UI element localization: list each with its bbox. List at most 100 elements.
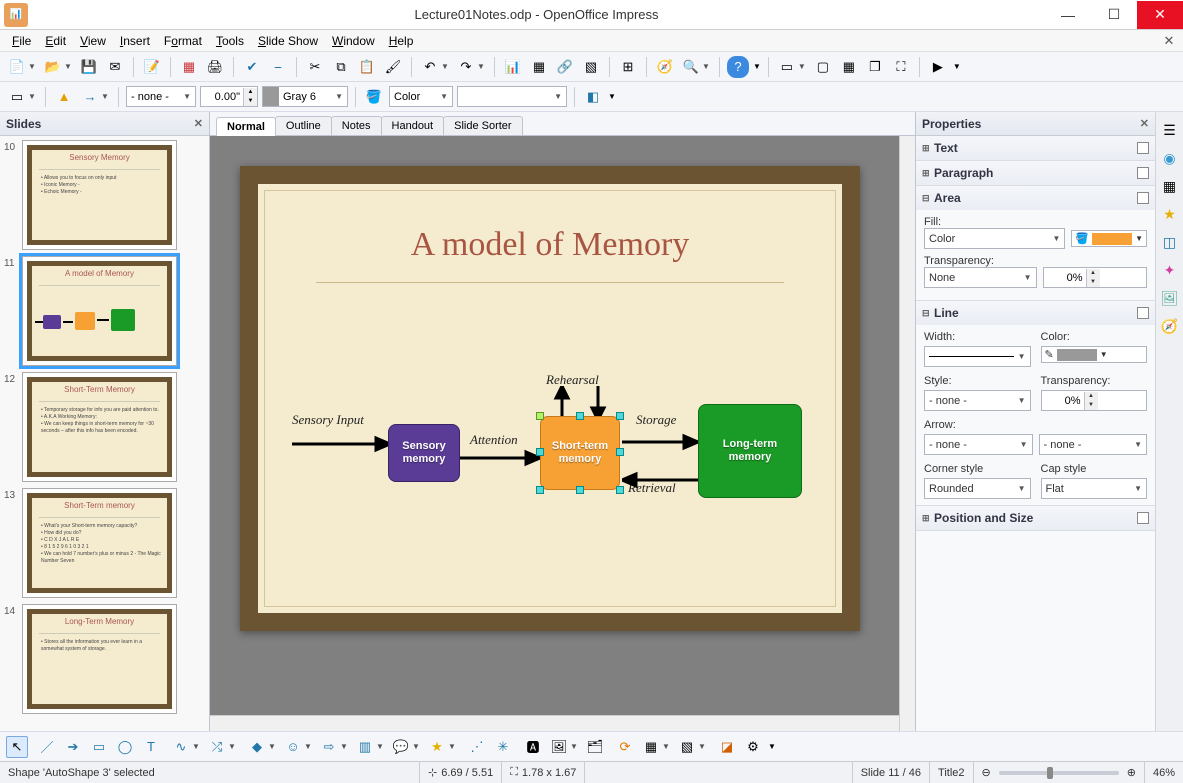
area-trans-value[interactable]: ▲▼ — [1043, 267, 1148, 288]
tab-slidesorter[interactable]: Slide Sorter — [443, 116, 522, 135]
line-style-select[interactable]: - none -▼ — [924, 390, 1031, 411]
chart-button[interactable]: 📊 — [502, 56, 524, 78]
format-paint-button[interactable]: 🖌 — [382, 56, 404, 78]
box-short-term[interactable]: Short-term memory — [540, 416, 620, 490]
master-pages-icon[interactable]: ▦ — [1160, 176, 1180, 196]
callout-tool[interactable]: 💬 — [390, 736, 412, 758]
animation-icon[interactable]: ✦ — [1160, 260, 1180, 280]
paste-button[interactable]: 📋 — [356, 56, 378, 78]
close-button[interactable]: ✕ — [1137, 1, 1183, 29]
fill-color-button[interactable]: 🪣▼ — [1071, 230, 1147, 247]
present-more[interactable]: ▼ — [953, 62, 961, 71]
ellipse-tool[interactable]: ◯ — [114, 736, 136, 758]
cube-icon[interactable]: ◉ — [1160, 148, 1180, 168]
spellcheck-button[interactable]: ✔ — [241, 56, 263, 78]
slide-thumb[interactable]: 10 Sensory Memory • Allows you to focus … — [4, 140, 205, 250]
table-button[interactable]: ▦ — [528, 56, 550, 78]
print-button[interactable]: 🖨 — [204, 56, 226, 78]
fill-type-select[interactable]: Color▼ — [924, 228, 1065, 249]
hyperlink-button[interactable]: 🔗 — [554, 56, 576, 78]
menu-format[interactable]: Format — [158, 32, 208, 50]
sel-handle[interactable] — [616, 448, 624, 456]
cut-button[interactable]: ✂ — [304, 56, 326, 78]
slide-thumb[interactable]: 12 Short-Term Memory • Temporary storage… — [4, 372, 205, 482]
section-text[interactable]: ⊞Text — [916, 136, 1155, 160]
sel-handle[interactable] — [576, 486, 584, 494]
new-dropdown[interactable]: ▼ — [28, 62, 38, 71]
zoom-out-icon[interactable]: ⊖ — [982, 766, 991, 779]
properties-tab-icon[interactable]: ☰ — [1160, 120, 1180, 140]
tab-normal[interactable]: Normal — [216, 117, 276, 136]
fill-color-combo[interactable]: ▼ — [457, 86, 567, 107]
status-zoom[interactable]: 46% — [1145, 762, 1183, 783]
line-endings-button[interactable]: ▲ — [53, 86, 75, 108]
slide-thumb[interactable]: 11 A model of Memory — [4, 256, 205, 366]
slide-thumb[interactable]: 13 Short-Term memory • What's your Short… — [4, 488, 205, 598]
vertical-scrollbar[interactable] — [899, 136, 915, 731]
slide[interactable]: A model of Memory Sensory Input Attentio… — [240, 166, 860, 631]
detach-icon[interactable] — [1137, 167, 1149, 179]
navigator-button[interactable]: 🧭 — [654, 56, 676, 78]
menu-view[interactable]: View — [74, 32, 112, 50]
menu-insert[interactable]: Insert — [114, 32, 156, 50]
tab-outline[interactable]: Outline — [275, 116, 332, 135]
zoom-slider[interactable] — [999, 771, 1119, 775]
fill-type-combo[interactable]: Color▼ — [389, 86, 453, 107]
undo-button[interactable]: ↶ — [419, 56, 441, 78]
interaction-tool[interactable]: ⚙ — [742, 736, 764, 758]
slide-design-button[interactable]: ▢ — [812, 56, 834, 78]
line-color-combo[interactable]: Gray 6▼ — [262, 86, 348, 107]
canvas[interactable]: A model of Memory Sensory Input Attentio… — [210, 136, 915, 731]
gluepoints-tool[interactable]: ✳ — [492, 736, 514, 758]
arrow-tool[interactable]: ➔ — [62, 736, 84, 758]
arrow-end-select[interactable]: - none -▼ — [1039, 434, 1148, 455]
points-tool[interactable]: ⋰ — [466, 736, 488, 758]
text-tool[interactable]: T — [140, 736, 162, 758]
line-color-button[interactable]: ✎▼ — [1041, 346, 1148, 363]
detach-icon[interactable] — [1137, 512, 1149, 524]
fill-bucket-icon[interactable]: 🪣 — [363, 86, 385, 108]
line-tool[interactable]: ／ — [36, 736, 58, 758]
box-long-term[interactable]: Long-term memory — [698, 404, 802, 498]
navigator-icon[interactable]: 🧭 — [1160, 316, 1180, 336]
help-button[interactable]: ? — [727, 56, 749, 78]
line-trans-spin[interactable]: ▲▼ — [1041, 390, 1148, 411]
corner-select[interactable]: Rounded▼ — [924, 478, 1031, 499]
section-area[interactable]: ⊟Area — [916, 186, 1155, 210]
doc-close-icon[interactable]: ✕ — [1161, 33, 1177, 49]
line-width-spinner[interactable]: ▲▼ — [200, 86, 258, 107]
box-sensory[interactable]: Sensory memory — [388, 424, 460, 482]
sel-handle[interactable] — [536, 486, 544, 494]
zoom-button[interactable]: 🔍 — [680, 56, 702, 78]
basic-shapes-tool[interactable]: ◆ — [246, 736, 268, 758]
properties-close-icon[interactable]: ✕ — [1140, 117, 1149, 130]
shadow-button[interactable]: ◧ — [582, 86, 604, 108]
star-icon[interactable]: ★ — [1160, 204, 1180, 224]
tab-notes[interactable]: Notes — [331, 116, 382, 135]
menu-edit[interactable]: Edit — [39, 32, 72, 50]
insert-shape-button[interactable]: ▭ — [6, 86, 28, 108]
maximize-button[interactable]: ☐ — [1091, 1, 1137, 29]
gallery-icon[interactable]: 🖼 — [1160, 288, 1180, 308]
align-tool[interactable]: ▦ — [640, 736, 662, 758]
label-attention[interactable]: Attention — [470, 432, 518, 448]
slide-layout-button[interactable]: ▦ — [838, 56, 860, 78]
menu-file[interactable]: File — [6, 32, 37, 50]
duplicate-slide-button[interactable]: ❐ — [864, 56, 886, 78]
curve-tool[interactable]: ∿ — [170, 736, 192, 758]
edit-doc-button[interactable]: 📝 — [141, 56, 163, 78]
save-button[interactable]: 💾 — [78, 56, 100, 78]
open-dropdown[interactable]: ▼ — [64, 62, 74, 71]
email-button[interactable]: ✉ — [104, 56, 126, 78]
open-button[interactable]: 📂 — [42, 56, 64, 78]
flowchart-tool[interactable]: ▥ — [354, 736, 376, 758]
new-button[interactable]: 📄 — [6, 56, 28, 78]
menu-slideshow[interactable]: Slide Show — [252, 32, 324, 50]
slides-list[interactable]: 10 Sensory Memory • Allows you to focus … — [0, 136, 209, 731]
sel-handle[interactable] — [536, 412, 544, 420]
block-arrows-tool[interactable]: ⇨ — [318, 736, 340, 758]
detach-icon[interactable] — [1137, 192, 1149, 204]
minimize-button[interactable]: — — [1045, 1, 1091, 29]
from-file-tool[interactable]: 🖼 — [548, 736, 570, 758]
symbol-shapes-tool[interactable]: ☺ — [282, 736, 304, 758]
